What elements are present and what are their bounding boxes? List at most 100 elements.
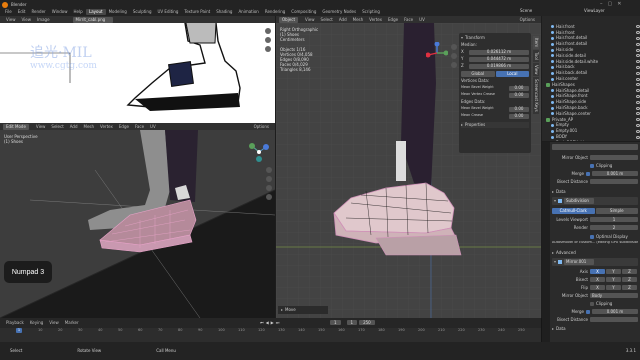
bisect2-field[interactable] [590, 317, 638, 322]
right-menu-edge[interactable]: Edge [385, 17, 401, 23]
axis-toggle-y[interactable]: Y [606, 269, 621, 274]
menu-vertex[interactable]: Vertex [97, 124, 116, 130]
axis-toggle-z[interactable]: Z [622, 285, 637, 290]
mirror-object2-field[interactable]: Body [590, 293, 638, 298]
right-mode-selector[interactable]: Object [279, 16, 299, 23]
workspace-tab-shading[interactable]: Shading [213, 9, 235, 15]
menu-uv[interactable]: UV [147, 124, 159, 130]
image-name-field[interactable]: Mirrit_cabl.png [72, 16, 113, 23]
axis-value-field[interactable]: 0.026112 m [469, 49, 529, 55]
timeline-menu-playback[interactable]: Playback [3, 320, 27, 326]
tab-screencast[interactable]: Screencast Keys [533, 77, 539, 115]
visibility-eye-icon[interactable] [636, 36, 640, 40]
timeline-menu-view[interactable]: View [46, 320, 62, 326]
right-menu-add[interactable]: Add [336, 17, 350, 23]
axis-toggle-y[interactable]: Y [606, 285, 621, 290]
end-frame-field[interactable]: 250 [359, 320, 375, 325]
visibility-eye-icon[interactable] [636, 94, 640, 98]
visibility-eye-icon[interactable] [636, 54, 640, 58]
merge-field[interactable]: 0.001 m [592, 171, 638, 176]
visibility-eye-icon[interactable] [636, 100, 640, 104]
clipping-checkbox[interactable]: Clipping [596, 163, 612, 168]
bisect-distance-field[interactable] [590, 179, 638, 184]
visibility-eye-icon[interactable] [636, 135, 640, 139]
data-row-value[interactable]: 0.00 [509, 92, 529, 98]
workspace-tab-sculpting[interactable]: Sculpting [130, 9, 155, 15]
menu-edge[interactable]: Edge [116, 124, 132, 130]
workspace-tab-modeling[interactable]: Modeling [106, 9, 130, 15]
tab-item[interactable]: Item [533, 36, 539, 50]
menu-view[interactable]: View [33, 124, 49, 130]
playback-controls[interactable]: ⏮◀▶⏭ [260, 320, 281, 325]
options-dropdown[interactable]: Options [251, 124, 272, 130]
axis-value-field[interactable]: 0.019866 m [469, 63, 529, 69]
timeline[interactable]: PlaybackKeyingViewMarker ⏮◀▶⏭ 1 1 250 01… [0, 318, 541, 342]
catmull-clark-button[interactable]: Catmull-Clark [552, 207, 595, 214]
left-viewport[interactable]: Edit Mode View Select Add Mesh Vertex Ed… [0, 123, 275, 318]
workspace-tab-animation[interactable]: Animation [235, 9, 261, 15]
view-layer-selector[interactable]: ViewLayer [584, 9, 605, 13]
axis-gizmo[interactable] [425, 41, 449, 65]
levels-viewport-field[interactable]: 1 [590, 217, 638, 222]
current-frame-field[interactable]: 1 [330, 320, 341, 325]
workspace-tab-texture-paint[interactable]: Texture Paint [181, 9, 213, 15]
image-nav-gizmo[interactable] [265, 28, 272, 68]
right-menu-select[interactable]: Select [318, 17, 336, 23]
move-footer[interactable]: Move [278, 306, 328, 314]
right-menu-view[interactable]: View [302, 17, 318, 23]
merge2-field[interactable]: 0.001 m [592, 309, 638, 314]
image-menu-image[interactable]: Image [34, 17, 53, 23]
menu-render[interactable]: Render [28, 9, 48, 15]
optimal-display-checkbox[interactable]: Optimal Display [596, 234, 628, 239]
left-viewport-tools[interactable] [266, 167, 273, 200]
workspace-tab-layout[interactable]: Layout [86, 9, 106, 15]
image-editor[interactable]: View View Image Mirrit_cabl.png 追光·MIL w… [0, 16, 275, 123]
menu-add[interactable]: Add [67, 124, 81, 130]
outliner-item[interactable]: Body.BODY.side [542, 140, 640, 141]
local-button[interactable]: Local [495, 71, 529, 77]
right-options-dropdown[interactable]: Options [517, 17, 538, 23]
advanced-section[interactable]: Advanced [552, 249, 638, 256]
visibility-eye-icon[interactable] [636, 48, 640, 52]
data-row-value[interactable]: 0.00 [509, 85, 529, 91]
axis-value-field[interactable]: 0.044472 m [469, 56, 529, 62]
data-row-value[interactable]: 0.00 [509, 106, 529, 112]
data2-section[interactable]: Data [552, 325, 638, 332]
menu-window[interactable]: Window [49, 9, 71, 15]
right-viewport-tools[interactable] [451, 44, 457, 68]
workspace-tab-scripting[interactable]: Scripting [359, 9, 383, 15]
image-menu-view2[interactable]: View [19, 17, 35, 23]
right-menu-vertex[interactable]: Vertex [366, 17, 385, 23]
menu-select[interactable]: Select [48, 124, 66, 130]
workspace-tab-uv-editing[interactable]: UV Editing [155, 9, 182, 15]
subdivision-modifier-header[interactable]: Subdivision [552, 197, 638, 205]
right-menu-face[interactable]: Face [401, 17, 416, 23]
tab-tool[interactable]: Tool [533, 50, 539, 62]
visibility-eye-icon[interactable] [636, 71, 640, 75]
visibility-eye-icon[interactable] [636, 118, 640, 122]
mode-selector[interactable]: Edit Mode [3, 123, 29, 130]
data-section[interactable]: Data [552, 188, 638, 195]
workspace-tab-compositing[interactable]: Compositing [288, 9, 319, 15]
timeline-ruler[interactable]: 0102030405060708090100110120130140150160… [0, 328, 541, 342]
axis-toggle-x[interactable]: X [590, 285, 605, 290]
render-levels-field[interactable]: 2 [590, 225, 638, 230]
playhead[interactable]: 1 [16, 328, 22, 333]
right-menu-uv[interactable]: UV [416, 17, 428, 23]
search-field[interactable] [552, 144, 638, 150]
simple-button[interactable]: Simple [595, 207, 638, 214]
global-button[interactable]: Global [461, 71, 495, 77]
blender-logo-icon[interactable] [2, 2, 8, 8]
clipping2-checkbox[interactable]: Clipping [596, 301, 612, 306]
mirror-object-field[interactable] [590, 155, 638, 160]
right-menu-mesh[interactable]: Mesh [350, 17, 367, 23]
visibility-eye-icon[interactable] [636, 60, 640, 64]
window-controls[interactable]: –▢✕ [600, 1, 638, 7]
timeline-menu-keying[interactable]: Keying [27, 320, 46, 326]
global-local-toggle[interactable]: Global Local [461, 71, 529, 77]
mirror-modifier-header[interactable]: Mirror.001 [552, 258, 638, 266]
visibility-eye-icon[interactable] [636, 31, 640, 35]
visibility-eye-icon[interactable] [636, 77, 640, 81]
workspace-tab-rendering[interactable]: Rendering [262, 9, 288, 15]
right-viewport[interactable]: Object View Select Add Mesh Vertex Edge … [276, 16, 541, 318]
